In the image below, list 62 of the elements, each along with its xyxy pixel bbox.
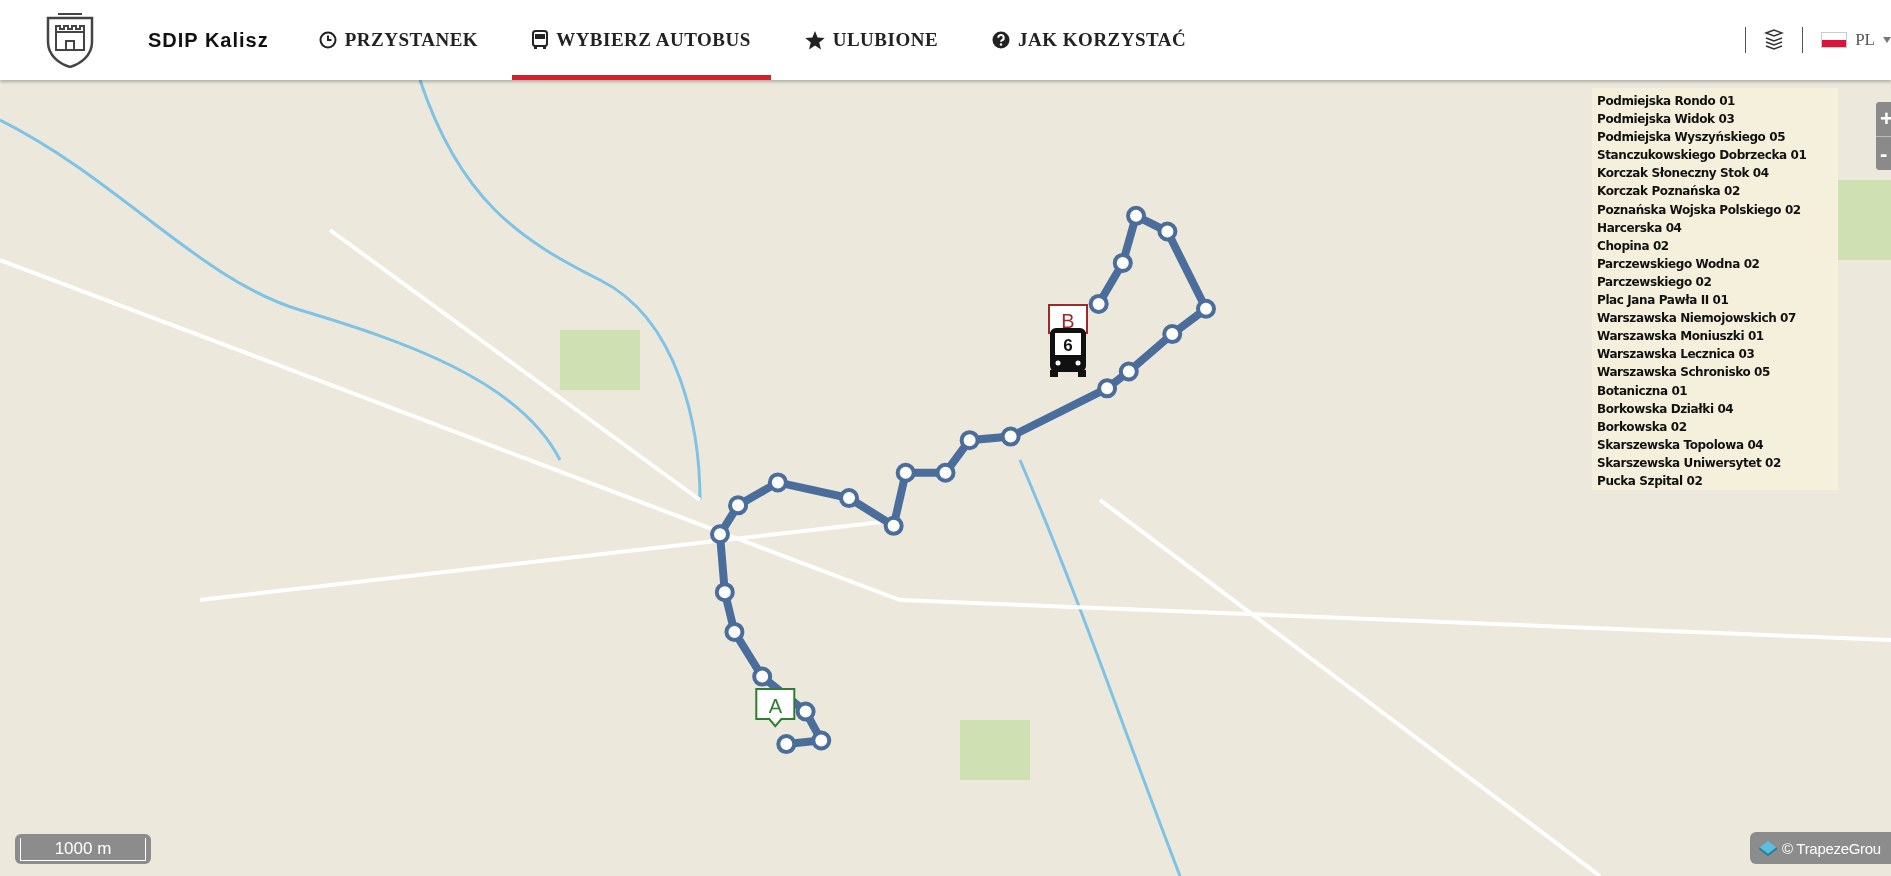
stop-name[interactable]: Skarszewska Topolowa 04 — [1597, 435, 1838, 454]
bus-stop-marker[interactable] — [935, 462, 956, 483]
start-marker: A — [755, 688, 796, 728]
stop-name[interactable]: Skarszewska Uniwersytet 02 — [1597, 453, 1838, 472]
bus-stop-marker[interactable] — [728, 495, 749, 516]
bus-stop-marker[interactable] — [710, 524, 730, 545]
diamond-logo-icon — [1758, 840, 1778, 856]
stop-name[interactable]: Podmiejska Wyszyńskiego 05 — [1597, 128, 1838, 147]
bus-stop-marker[interactable] — [895, 462, 916, 483]
stop-name[interactable]: Parczewskiego Wodna 02 — [1597, 254, 1838, 273]
bus-stop-marker[interactable] — [1157, 221, 1178, 242]
stop-name[interactable]: Pucka Szpital 02 — [1597, 471, 1838, 491]
nav-tab[interactable]: PRZYSTANEK — [298, 0, 499, 80]
attribution: © TrapezeGrou — [1750, 832, 1891, 864]
stop-name[interactable]: Borkowska Działki 04 — [1597, 399, 1838, 418]
bus-stop-marker[interactable] — [1112, 252, 1133, 273]
stop-name[interactable]: Botaniczna 01 — [1597, 381, 1838, 400]
bus-stop-marker[interactable] — [883, 515, 904, 536]
bus-stop-marker[interactable] — [767, 472, 788, 493]
bus-stop-marker[interactable] — [1000, 426, 1021, 447]
bus-stop-marker[interactable] — [795, 701, 816, 722]
nav-tab[interactable]: ULUBIONE — [784, 0, 959, 80]
app-title: SDIP Kalisz — [148, 28, 269, 52]
bus-stop-marker[interactable] — [752, 666, 773, 687]
stop-name[interactable]: Borkowska 02 — [1597, 417, 1838, 436]
bus-stop-marker[interactable] — [811, 730, 832, 751]
stop-name[interactable]: Harcerska 04 — [1597, 218, 1838, 237]
bus-stop-marker[interactable] — [1097, 378, 1118, 399]
stop-name[interactable]: Poznańska Wojska Polskiego 02 — [1597, 200, 1838, 219]
star-icon — [804, 30, 825, 50]
language-selector[interactable]: PL — [1821, 30, 1891, 50]
bus-stop-marker[interactable] — [714, 582, 735, 603]
stop-name[interactable]: Parczewskiego 02 — [1597, 272, 1838, 292]
stop-name[interactable]: Korczak Słoneczny Stok 04 — [1597, 164, 1838, 183]
bus-stop-marker[interactable] — [959, 430, 980, 451]
stop-name[interactable]: Warszawska Schronisko 05 — [1597, 363, 1838, 382]
bus-stop-marker[interactable] — [1126, 205, 1147, 226]
clock-icon — [318, 31, 337, 49]
caret-icon — [1883, 37, 1891, 43]
nav-tab[interactable]: JAK KORZYSTAĆ — [972, 0, 1207, 80]
city-crest-logo — [44, 12, 96, 68]
bus-stop-marker[interactable] — [1088, 293, 1109, 314]
layers-icon[interactable] — [1764, 28, 1785, 52]
bus-icon — [532, 30, 549, 50]
stop-name[interactable]: Podmiejska Rondo 01 — [1597, 92, 1838, 111]
stop-name[interactable]: Warszawska Niemojowskich 07 — [1597, 309, 1838, 328]
stop-name[interactable]: Warszawska Lecznica 03 — [1597, 345, 1838, 364]
bus-stop-marker[interactable] — [724, 621, 745, 642]
stop-name[interactable]: Warszawska Moniuszki 01 — [1597, 327, 1838, 346]
stop-name[interactable]: Korczak Poznańska 02 — [1597, 182, 1838, 201]
help-icon — [992, 31, 1011, 49]
bus-stop-marker[interactable] — [1196, 298, 1216, 319]
stop-name[interactable]: Plac Jana Pawła II 01 — [1597, 291, 1838, 310]
poland-flag-icon — [1821, 32, 1848, 48]
bus-stop-marker[interactable] — [776, 734, 797, 755]
bus-stop-marker[interactable] — [1162, 324, 1183, 345]
stop-name[interactable]: Stanczukowskiego Dobrzecka 01 — [1597, 146, 1838, 165]
bus-stop-marker[interactable] — [1118, 361, 1139, 382]
scale-bar: 1000 m — [15, 834, 151, 864]
stop-name[interactable]: Podmiejska Widok 03 — [1597, 110, 1838, 129]
bus-stop-marker[interactable] — [839, 488, 859, 509]
stop-name[interactable]: Chopina 02 — [1597, 236, 1838, 255]
